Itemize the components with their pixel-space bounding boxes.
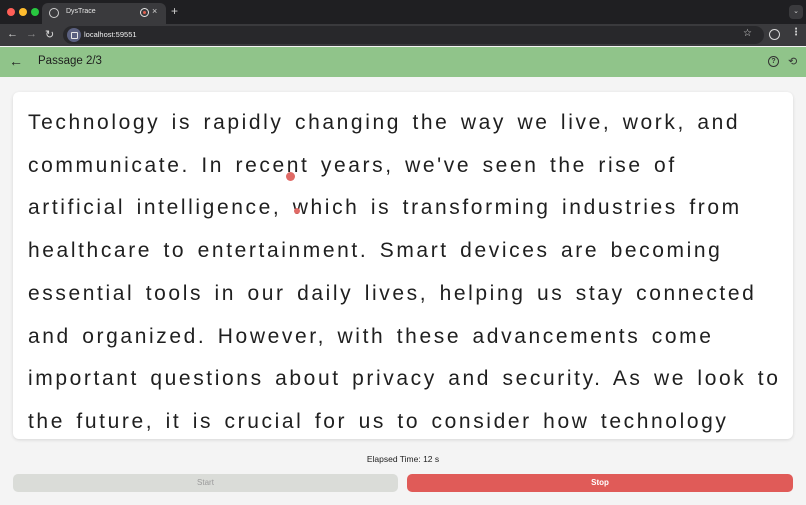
stop-button[interactable]: Stop [407, 474, 793, 492]
browser-menu-icon[interactable]: ⋮ [791, 27, 801, 38]
tab-title: DysTrace [66, 8, 96, 15]
gaze-point-dot [286, 172, 295, 181]
maximize-window-button[interactable] [31, 8, 39, 16]
minimize-window-button[interactable] [19, 8, 27, 16]
new-tab-icon[interactable]: + [171, 4, 178, 18]
browser-tab[interactable]: DysTrace × [42, 3, 166, 24]
recording-icon [140, 8, 149, 17]
start-button[interactable]: Start [13, 474, 398, 492]
forward-icon[interactable]: → [26, 28, 37, 40]
close-window-button[interactable] [7, 8, 15, 16]
site-info-icon[interactable] [67, 28, 81, 42]
back-arrow-icon[interactable]: ← [9, 53, 23, 69]
browser-toolbar: ← → ↻ localhost:59551 ☆ [0, 24, 806, 46]
tab-search-icon[interactable]: ⌄ [789, 5, 803, 19]
page-title: Passage 2/3 [38, 55, 102, 67]
reload-icon[interactable]: ↻ [45, 28, 54, 41]
tab-close-icon[interactable]: × [152, 6, 157, 16]
passage-text: Technology is rapidly changing the way w… [28, 111, 781, 433]
url-text: localhost:59551 [84, 30, 137, 39]
globe-icon [49, 8, 59, 18]
address-bar[interactable]: localhost:59551 ☆ [63, 26, 764, 44]
back-icon[interactable]: ← [7, 28, 18, 40]
history-icon[interactable]: ⟲ [788, 55, 797, 68]
browser-tab-strip: DysTrace × + ⌄ [0, 0, 806, 24]
elapsed-time-label: Elapsed Time: 12 s [366, 454, 440, 464]
help-icon[interactable]: ? [768, 56, 779, 67]
app-bar: ← Passage 2/3 ? ⟲ [0, 47, 806, 77]
gaze-trail-dot [294, 208, 300, 214]
bookmark-star-icon[interactable]: ☆ [743, 28, 752, 39]
profile-icon[interactable] [769, 29, 780, 40]
passage-card: Technology is rapidly changing the way w… [13, 92, 793, 439]
